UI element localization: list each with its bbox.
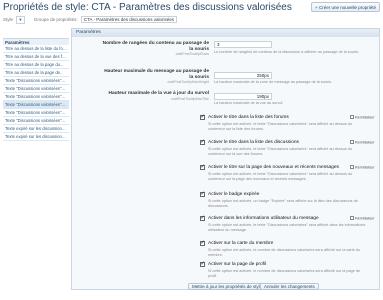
field-sublabel: ctaftPostTooltipRows <box>175 52 209 56</box>
sidebar-item[interactable]: Texte expiré sur les discussions... <box>3 125 69 133</box>
checkbox[interactable] <box>200 139 205 145</box>
check-row: Activer le titre dans la liste des forum… <box>72 114 381 135</box>
max-height-input[interactable]: 250px <box>214 72 272 79</box>
sidebar-item[interactable]: Texte "Discussions valorisées"... <box>3 117 69 125</box>
field-label: Nombre de rangées du contenu au passage … <box>99 41 209 58</box>
field-row: Hauteur maximale de la vue à jour du sur… <box>72 91 381 107</box>
field-label: Hauteur maximale de la vue à jour du sur… <box>99 91 209 102</box>
save-button[interactable]: Mettre à jour les propriétés de style <box>188 283 267 290</box>
page-title-name: CTA - Paramètres des discussions valoris… <box>91 2 292 13</box>
checkbox-help: Si cette option est activée, le texte "D… <box>208 172 353 181</box>
checkbox-help: Si cette option est activée, le texte "D… <box>208 122 353 131</box>
sidebar-item[interactable]: Texte "Discussions valorisées"... <box>3 109 69 117</box>
field-sublabel: ctaftPostTooltipMaxTitle <box>171 96 209 101</box>
checkbox-help: Si cette option est activée, le nombre d… <box>208 269 361 278</box>
sidebar-item[interactable]: Titre au dessus de la page de.. <box>3 69 69 77</box>
sidebar-item[interactable]: Texte "Discussions valorisées"... <box>3 85 69 93</box>
property-sidebar: Paramètres Titre au dessus de la liste d… <box>3 38 69 141</box>
checkbox-label: Activer le titre sur la page des nouveau… <box>208 165 339 170</box>
page-title-prefix: Propriétés de style: <box>3 2 89 13</box>
sidebar-item[interactable]: Titre au dessus de la page du... <box>3 61 69 69</box>
reset-checkbox[interactable] <box>350 140 354 144</box>
checkbox-help: Si cette option est activée, le texte "D… <box>208 223 366 232</box>
check-row: Activer le titre sur la page des nouveau… <box>72 164 381 185</box>
checkbox-help: Si cette option est activée, le texte "D… <box>208 147 353 156</box>
sidebar-item[interactable]: Texte "Discussions valorisées"... <box>3 101 69 109</box>
page-title: Propriétés de style: CTA - Paramètres de… <box>3 2 292 13</box>
field-row: Hauteur maximale du message au passage d… <box>72 69 381 85</box>
sidebar-item[interactable]: Titre au dessus de la vue des forums <box>3 53 69 61</box>
field-help: La hauteur maximale de la vue au survol. <box>214 101 284 105</box>
field-row: Nombre de rangées du contenu au passage … <box>72 41 381 67</box>
field-label: Hauteur maximale du message au passage d… <box>99 69 209 86</box>
checkbox-label: Activer sur la page de profil <box>208 262 267 267</box>
sidebar-header: Paramètres <box>3 38 69 45</box>
check-row: Activer le badge expirée Si cette option… <box>72 191 381 210</box>
field-help: Le nombre de rangées de contenu de la di… <box>214 50 359 54</box>
reset-option[interactable]: Réinitialiser <box>350 115 375 120</box>
panel-header: Paramètres <box>72 29 379 37</box>
reset-checkbox[interactable] <box>350 216 354 220</box>
title-height-input[interactable]: 190px <box>214 93 272 100</box>
checkbox-help: Si cette option est activée, un badge "E… <box>208 199 358 208</box>
style-label: Style <box>3 17 14 22</box>
checkbox-label: Activer le badge expirée <box>208 192 260 197</box>
checkbox[interactable] <box>200 164 205 170</box>
reset-option[interactable]: Réinitialiser <box>350 165 375 170</box>
property-group-select[interactable]: CTA - Paramètres des discussions valoris… <box>80 16 178 23</box>
checkbox-label: Activer le titre dans la liste des forum… <box>208 115 289 120</box>
sidebar-item[interactable]: Texte "Discussions valorisées"... <box>3 93 69 101</box>
checkbox[interactable] <box>200 114 205 120</box>
sidebar-item[interactable]: Texte "Discussions valorisées"... <box>3 77 69 85</box>
style-selector-row: Style ▾ Groupe de propriétés: CTA - Para… <box>3 16 178 24</box>
sidebar-item[interactable]: Titre au dessus de la liste du forum <box>3 45 69 53</box>
rows-input[interactable]: 3 <box>214 41 272 48</box>
reset-checkbox[interactable] <box>350 115 354 119</box>
checkbox-label: Activer sur la carte du membre <box>208 241 274 246</box>
checkbox-help: Si cette option est activée, le nombre d… <box>208 248 361 257</box>
reset-checkbox[interactable] <box>350 165 354 169</box>
field-sublabel: ctaftPostTooltipMaxHeight <box>167 80 209 84</box>
reset-option[interactable]: Réinitialiser <box>350 140 375 145</box>
checkbox-label: Activer dans les informations utilisateu… <box>208 216 319 221</box>
check-row: Activer sur la page de profil Si cette o… <box>72 261 381 280</box>
checkbox[interactable] <box>200 215 205 221</box>
checkbox-label: Activer le titre dans la liste des discu… <box>208 140 299 145</box>
form-footer: Mettre à jour les propriétés de style An… <box>72 282 381 291</box>
settings-panel: Paramètres Nombre de rangées du contenu … <box>71 28 380 290</box>
new-property-button[interactable]: + Créer une nouvelle propriété <box>311 2 380 12</box>
property-group-label: Groupe de propriétés: <box>33 17 78 22</box>
checkbox[interactable] <box>200 240 205 246</box>
field-help: La hauteur maximale de la zone de messag… <box>214 80 332 84</box>
check-row: Activer sur la carte du membre Si cette … <box>72 240 381 259</box>
check-row: Activer le titre dans la liste des discu… <box>72 139 381 160</box>
cancel-button[interactable]: Annuler les changements <box>260 283 319 290</box>
checkbox[interactable] <box>200 191 205 197</box>
sidebar-item[interactable]: Texte expiré sur les discussions... <box>3 133 69 141</box>
reset-option[interactable]: Réinitialiser <box>350 216 375 221</box>
checkbox[interactable] <box>200 261 205 267</box>
check-row: Activer dans les informations utilisateu… <box>72 215 381 234</box>
style-select[interactable]: ▾ <box>16 16 25 24</box>
